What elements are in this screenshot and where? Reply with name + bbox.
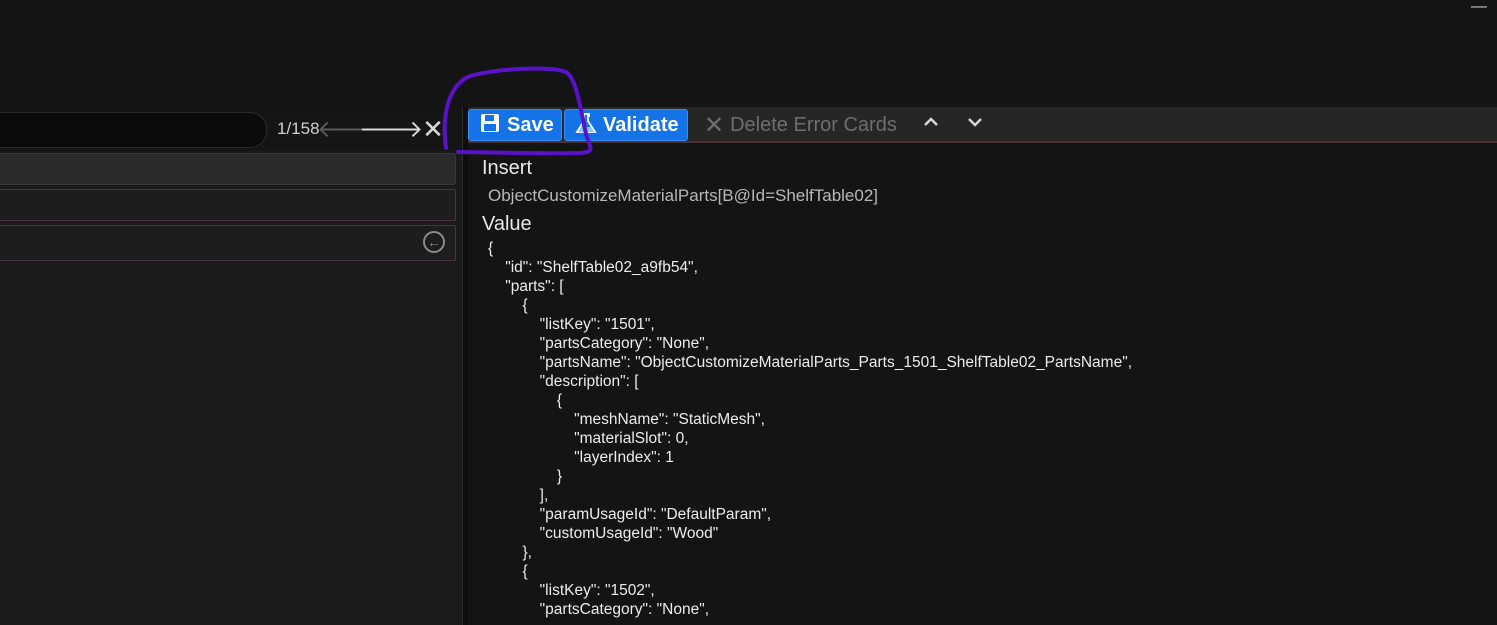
json-value-text[interactable]: { "id": "ShelfTable02_a9fb54", "parts": …	[488, 239, 1132, 619]
value-heading: Value	[482, 213, 532, 235]
arrow-right-icon: 🡒	[358, 116, 424, 143]
match-counter: 1/158	[277, 119, 320, 138]
chevron-up-icon[interactable]	[922, 111, 940, 137]
list-row[interactable]	[0, 189, 456, 221]
next-match-button[interactable]: 🡒	[359, 115, 423, 143]
title-bar-area: —	[0, 0, 1497, 107]
chevron-down-icon[interactable]	[966, 111, 984, 137]
save-label: Save	[507, 113, 554, 136]
validate-button[interactable]: Validate	[564, 109, 688, 141]
minimize-button[interactable]: —	[1471, 0, 1487, 16]
delete-error-cards-button[interactable]: ✕ Delete Error Cards	[704, 111, 897, 140]
insert-heading: Insert	[482, 157, 533, 179]
validate-label: Validate	[603, 113, 679, 136]
search-input[interactable]	[0, 112, 267, 148]
save-button[interactable]: Save	[468, 109, 562, 141]
search-row: 1/158 🡐 🡒 ✕	[0, 107, 462, 151]
list-row[interactable]: ←	[0, 225, 456, 261]
insert-path: ObjectCustomizeMaterialParts[B@Id=ShelfT…	[488, 186, 879, 205]
close-search-button[interactable]: ✕	[418, 113, 448, 144]
close-icon: ✕	[704, 112, 725, 139]
close-icon: ✕	[422, 113, 444, 144]
left-pane: 1/158 🡐 🡒 ✕ ←	[0, 107, 462, 625]
flask-icon	[575, 112, 597, 139]
floppy-disk-icon	[479, 113, 501, 138]
editor-toolbar: Save Validate ✕ Delete Error Cards	[468, 107, 1497, 143]
circle-back-arrow-icon[interactable]: ←	[423, 231, 445, 253]
editor-content: Insert ObjectCustomizeMaterialParts[B@Id…	[468, 143, 1497, 625]
list-row-selected[interactable]	[0, 153, 456, 185]
delete-label: Delete Error Cards	[730, 114, 897, 136]
